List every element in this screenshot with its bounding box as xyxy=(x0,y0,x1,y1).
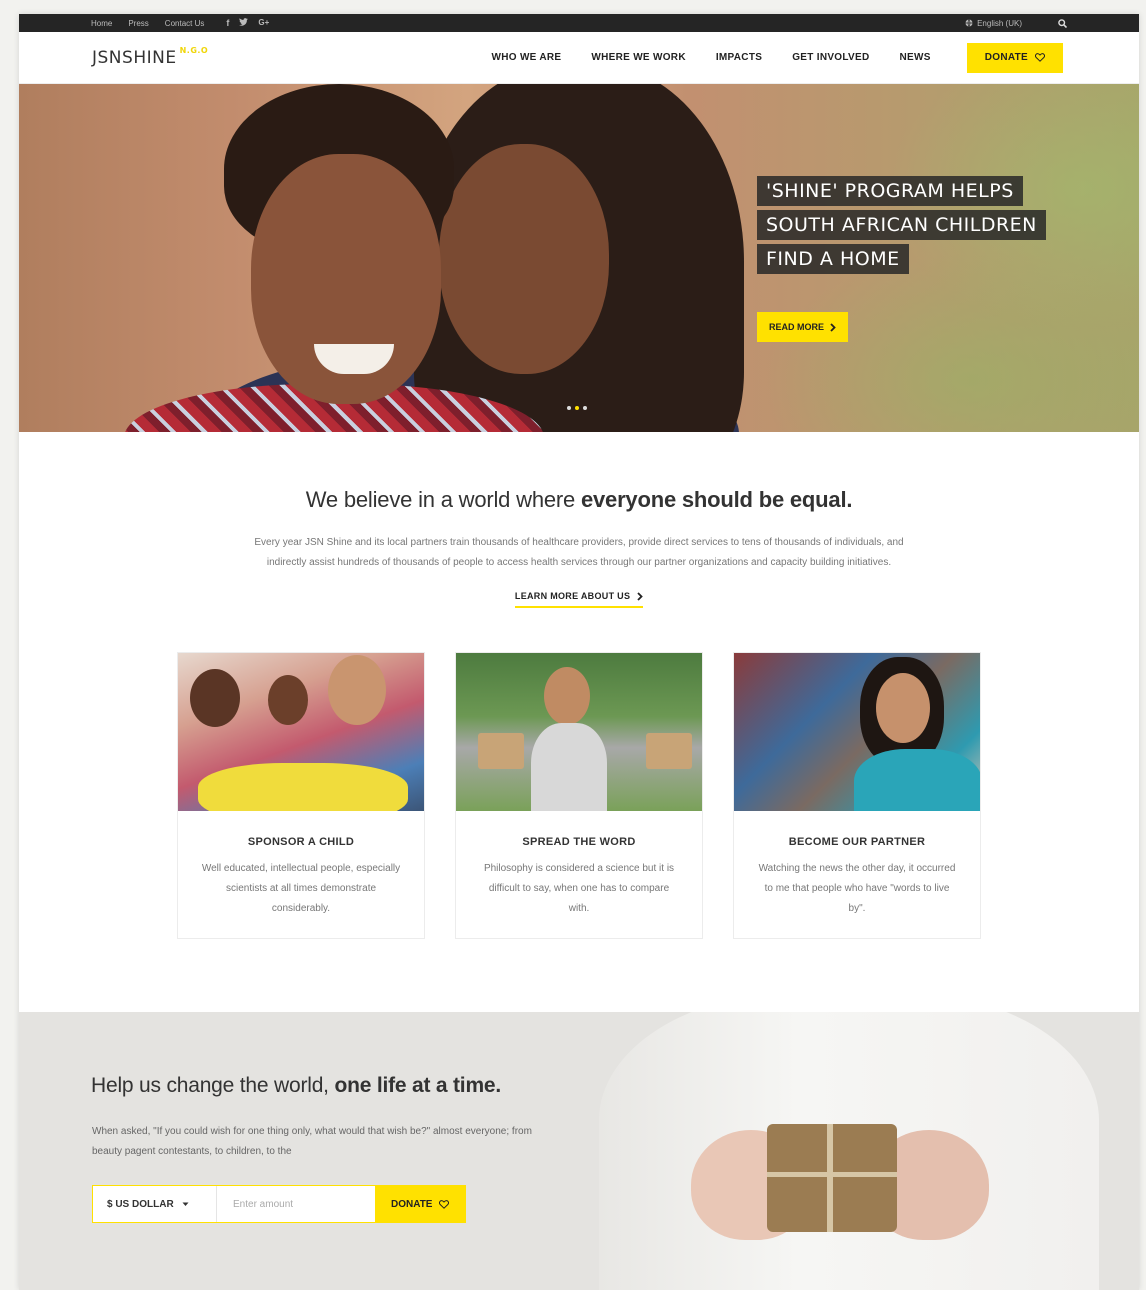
top-links: Home Press Contact Us f G+ xyxy=(91,18,269,28)
hero-slider: 'SHINE' PROGRAM HELPS SOUTH AFRICAN CHIL… xyxy=(19,84,1139,432)
hero-caption-line: SOUTH AFRICAN CHILDREN xyxy=(757,210,1046,240)
donate-title-regular: Help us change the world, xyxy=(91,1074,335,1097)
main-header: JSNSHINE N.G.O WHO WE ARE WHERE WE WORK … xyxy=(19,32,1139,84)
nav-where-we-work[interactable]: WHERE WE WORK xyxy=(591,52,685,63)
hero-caption-line: 'SHINE' PROGRAM HELPS xyxy=(757,176,1023,206)
top-right: English (UK) xyxy=(965,19,1067,28)
card-title: BECOME OUR PARTNER xyxy=(788,836,926,849)
about-title: We believe in a world where everyone sho… xyxy=(19,487,1139,513)
nav-impacts[interactable]: IMPACTS xyxy=(716,52,762,63)
donate-title: Help us change the world, one life at a … xyxy=(91,1074,501,1098)
twitter-icon[interactable] xyxy=(239,18,249,28)
card-photo-part xyxy=(268,675,308,726)
amount-input[interactable] xyxy=(217,1186,375,1222)
feature-cards: SPONSOR A CHILD Well educated, intellect… xyxy=(19,652,1139,940)
logo-suffix: N.G.O xyxy=(179,45,209,55)
globe-icon xyxy=(965,19,973,27)
card-image xyxy=(456,653,702,812)
card-image xyxy=(734,653,980,812)
google-plus-icon[interactable]: G+ xyxy=(258,18,269,28)
heart-icon xyxy=(1035,53,1045,62)
form-donate-button[interactable]: DONATE xyxy=(375,1186,466,1222)
hero-photo-part xyxy=(439,144,609,374)
card-title: SPONSOR A CHILD xyxy=(247,836,355,849)
main-nav: WHO WE ARE WHERE WE WORK IMPACTS GET INV… xyxy=(492,42,1063,73)
card-image xyxy=(178,653,424,812)
top-link-home[interactable]: Home xyxy=(91,19,112,28)
slider-dots xyxy=(567,406,587,410)
search-icon[interactable] xyxy=(1058,18,1067,28)
slider-dot[interactable] xyxy=(575,406,579,410)
top-link-contact[interactable]: Contact Us xyxy=(165,19,205,28)
card-photo-part xyxy=(328,655,386,726)
card-photo-part xyxy=(646,733,692,770)
read-more-button[interactable]: READ MORE xyxy=(757,312,849,342)
logo-text: JSNSHINE xyxy=(92,47,177,68)
social-links: f G+ xyxy=(226,18,269,28)
learn-more-link[interactable]: LEARN MORE ABOUT US xyxy=(514,591,644,609)
top-bar: Home Press Contact Us f G+ English (UK) xyxy=(19,14,1139,32)
about-title-regular: We believe in a world where xyxy=(305,487,581,512)
currency-select[interactable]: $ US DOLLAR xyxy=(93,1186,217,1222)
donate-section: Help us change the world, one life at a … xyxy=(19,1012,1139,1290)
card-photo-part xyxy=(198,763,408,812)
top-link-press[interactable]: Press xyxy=(128,19,148,28)
facebook-icon[interactable]: f xyxy=(226,18,229,28)
hero-caption-line: FIND A HOME xyxy=(757,244,909,274)
about-text: Every year JSN Shine and its local partn… xyxy=(254,537,904,568)
header-donate-button[interactable]: DONATE xyxy=(966,42,1063,73)
card-text: Philosophy is considered a science but i… xyxy=(483,863,675,915)
language-label: English (UK) xyxy=(977,18,1022,28)
nav-who-we-are[interactable]: WHO WE ARE xyxy=(492,52,562,63)
nav-news[interactable]: NEWS xyxy=(900,52,931,63)
heart-icon xyxy=(439,1199,450,1209)
slider-dot[interactable] xyxy=(583,406,587,410)
donate-form: $ US DOLLAR DONATE xyxy=(92,1185,467,1223)
card-photo-part xyxy=(544,667,590,726)
about-title-bold: everyone should be equal. xyxy=(580,487,853,512)
card-photo-part xyxy=(190,669,240,728)
card-text: Well educated, intellectual people, espe… xyxy=(201,863,401,915)
card-title: SPREAD THE WORD xyxy=(522,836,636,849)
card-photo-part xyxy=(876,673,930,744)
card-photo-part xyxy=(478,733,524,770)
currency-value: $ US DOLLAR xyxy=(107,1198,174,1210)
slider-dot[interactable] xyxy=(567,406,571,410)
donate-text: When asked, "If you could wish for one t… xyxy=(92,1126,532,1157)
learn-more-label: LEARN MORE ABOUT US xyxy=(514,591,631,601)
hero-caption: 'SHINE' PROGRAM HELPS SOUTH AFRICAN CHIL… xyxy=(757,176,1046,274)
language-selector[interactable]: English (UK) xyxy=(965,19,1022,28)
site-logo[interactable]: JSNSHINE N.G.O xyxy=(92,45,209,68)
gift-box-image xyxy=(767,1124,897,1232)
card-sponsor-child[interactable]: SPONSOR A CHILD Well educated, intellect… xyxy=(177,652,425,940)
caret-down-icon xyxy=(182,1202,189,1207)
card-photo-part xyxy=(854,749,980,812)
about-section: We believe in a world where everyone sho… xyxy=(19,432,1139,609)
card-photo-part xyxy=(531,723,607,812)
card-spread-word[interactable]: SPREAD THE WORD Philosophy is considered… xyxy=(455,652,703,940)
nav-get-involved[interactable]: GET INVOLVED xyxy=(792,52,869,63)
form-donate-label: DONATE xyxy=(391,1198,433,1210)
donate-title-bold: one life at a time. xyxy=(334,1074,502,1097)
card-text: Watching the news the other day, it occu… xyxy=(758,863,956,915)
header-donate-label: DONATE xyxy=(984,52,1028,63)
card-become-partner[interactable]: BECOME OUR PARTNER Watching the news the… xyxy=(733,652,981,940)
read-more-label: READ MORE xyxy=(769,322,825,332)
page-frame: Home Press Contact Us f G+ English (UK) xyxy=(19,14,1139,1290)
chevron-right-icon xyxy=(830,322,836,332)
chevron-right-icon xyxy=(637,592,643,601)
